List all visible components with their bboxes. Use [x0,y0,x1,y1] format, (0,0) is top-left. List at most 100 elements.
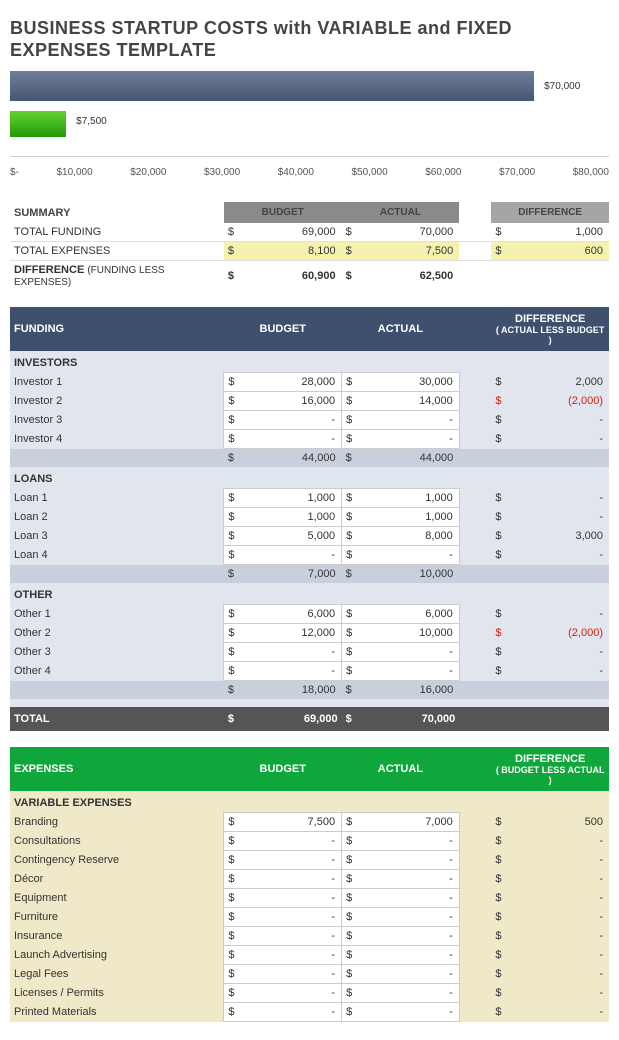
funding-row-diff: $- [491,489,609,508]
expenses-row: Consultations$-$-$- [10,832,609,851]
expenses-table: EXPENSES BUDGET ACTUAL DIFFERENCE( BUDGE… [10,747,609,1022]
expenses-row-budget: $- [224,984,342,1003]
expenses-row-label: Licenses / Permits [10,984,224,1003]
expenses-row-label: Launch Advertising [10,946,224,965]
chart-tick-label: $20,000 [130,167,166,178]
funding-row-budget: $1,000 [224,508,342,527]
expenses-row-diff: $- [491,965,609,984]
expenses-row-diff: $- [491,832,609,851]
funding-row-label: Loan 3 [10,527,224,546]
funding-total-actual: $70,000 [342,707,460,731]
expenses-row-label: Equipment [10,889,224,908]
funding-group-name: INVESTORS [10,351,609,373]
summary-row-diff: $1,000 [491,223,609,242]
expenses-row-actual: $- [342,984,460,1003]
funding-row-budget: $16,000 [224,392,342,411]
chart-bar-label: $7,500 [76,116,107,127]
expenses-row-budget: $- [224,832,342,851]
expenses-row: Printed Materials$-$-$- [10,1003,609,1022]
summary-row-budget: $69,000 [224,223,342,242]
summary-row-actual: $7,500 [342,242,460,261]
summary-row-label: TOTAL FUNDING [10,223,224,242]
expenses-row-actual: $- [342,870,460,889]
funding-row-diff: $2,000 [491,373,609,392]
expenses-row-label: Furniture [10,908,224,927]
funding-row: Loan 1$1,000$1,000$- [10,489,609,508]
expenses-row-label: Printed Materials [10,1003,224,1022]
funding-row-label: Other 3 [10,643,224,662]
expenses-row-actual: $- [342,908,460,927]
expenses-row-budget: $- [224,851,342,870]
funding-subtotal-row: $18,000$16,000 [10,681,609,700]
funding-row-budget: $- [224,546,342,565]
funding-row-label: Loan 1 [10,489,224,508]
summary-diff-budget: $60,900 [224,261,342,292]
funding-row-diff: $- [491,508,609,527]
funding-row-budget: $12,000 [224,624,342,643]
funding-row-budget: $28,000 [224,373,342,392]
funding-row: Other 3$-$-$- [10,643,609,662]
expenses-title: EXPENSES [10,747,224,791]
chart-bar: $7,500 [10,105,609,137]
expenses-row-label: Décor [10,870,224,889]
expenses-row-budget: $- [224,889,342,908]
expenses-group-header: VARIABLE EXPENSES [10,791,609,813]
chart-tick-label: $80,000 [573,167,609,178]
chart-tick-label: $60,000 [425,167,461,178]
funding-subtotal-actual: $10,000 [342,565,460,584]
summary-row-diff: $600 [491,242,609,261]
expenses-row-actual: $- [342,851,460,870]
funding-subtotal-row: $7,000$10,000 [10,565,609,584]
expenses-row-budget: $- [224,946,342,965]
expenses-row-actual: $- [342,946,460,965]
expenses-row-budget: $- [224,870,342,889]
expenses-row: Equipment$-$-$- [10,889,609,908]
funding-row: Other 1$6,000$6,000$- [10,605,609,624]
funding-row-diff: $- [491,411,609,430]
expenses-row-label: Legal Fees [10,965,224,984]
summary-diff-actual: $62,500 [342,261,460,292]
summary-diff-label: DIFFERENCE (FUNDING LESS EXPENSES) [10,261,224,292]
summary-table: SUMMARY BUDGET ACTUAL DIFFERENCE TOTAL F… [10,202,609,291]
funding-row: Investor 1$28,000$30,000$2,000 [10,373,609,392]
expenses-row-budget: $- [224,1003,342,1022]
expenses-col-diff: DIFFERENCE( BUDGET LESS ACTUAL ) [491,747,609,791]
expenses-row-diff: $- [491,908,609,927]
funding-row-label: Investor 1 [10,373,224,392]
funding-row-label: Loan 2 [10,508,224,527]
expenses-row-actual: $7,000 [342,813,460,832]
chart-tick-label: $40,000 [278,167,314,178]
funding-row: Investor 3$-$-$- [10,411,609,430]
funding-group-name: OTHER [10,583,609,605]
funding-row-actual: $- [342,411,460,430]
funding-row-diff: $- [491,605,609,624]
expenses-group-name: VARIABLE EXPENSES [10,791,609,813]
summary-row-label: TOTAL EXPENSES [10,242,224,261]
funding-row-diff: $(2,000) [491,392,609,411]
funding-row-label: Other 2 [10,624,224,643]
expenses-row-budget: $- [224,927,342,946]
bar-chart: $70,000$7,500 $-$10,000$20,000$30,000$40… [10,71,609,178]
expenses-row: Branding$7,500$7,000$500 [10,813,609,832]
funding-col-diff: DIFFERENCE( ACTUAL LESS BUDGET ) [491,307,609,351]
expenses-row: Licenses / Permits$-$-$- [10,984,609,1003]
funding-row-actual: $- [342,662,460,681]
funding-row: Other 2$12,000$10,000$(2,000) [10,624,609,643]
expenses-row: Legal Fees$-$-$- [10,965,609,984]
expenses-row-label: Consultations [10,832,224,851]
funding-total-label: TOTAL [10,707,224,731]
funding-subtotal-actual: $44,000 [342,449,460,468]
expenses-row-label: Insurance [10,927,224,946]
funding-total-budget: $69,000 [224,707,342,731]
funding-group-header: LOANS [10,467,609,489]
expenses-row-budget: $- [224,965,342,984]
funding-subtotal-budget: $44,000 [224,449,342,468]
funding-row-label: Other 4 [10,662,224,681]
expenses-row-budget: $7,500 [224,813,342,832]
funding-row-diff: $- [491,662,609,681]
expenses-col-budget: BUDGET [224,747,342,791]
summary-row-actual: $70,000 [342,223,460,242]
chart-tick-label: $50,000 [352,167,388,178]
expenses-row-actual: $- [342,965,460,984]
expenses-row-diff: $- [491,1003,609,1022]
